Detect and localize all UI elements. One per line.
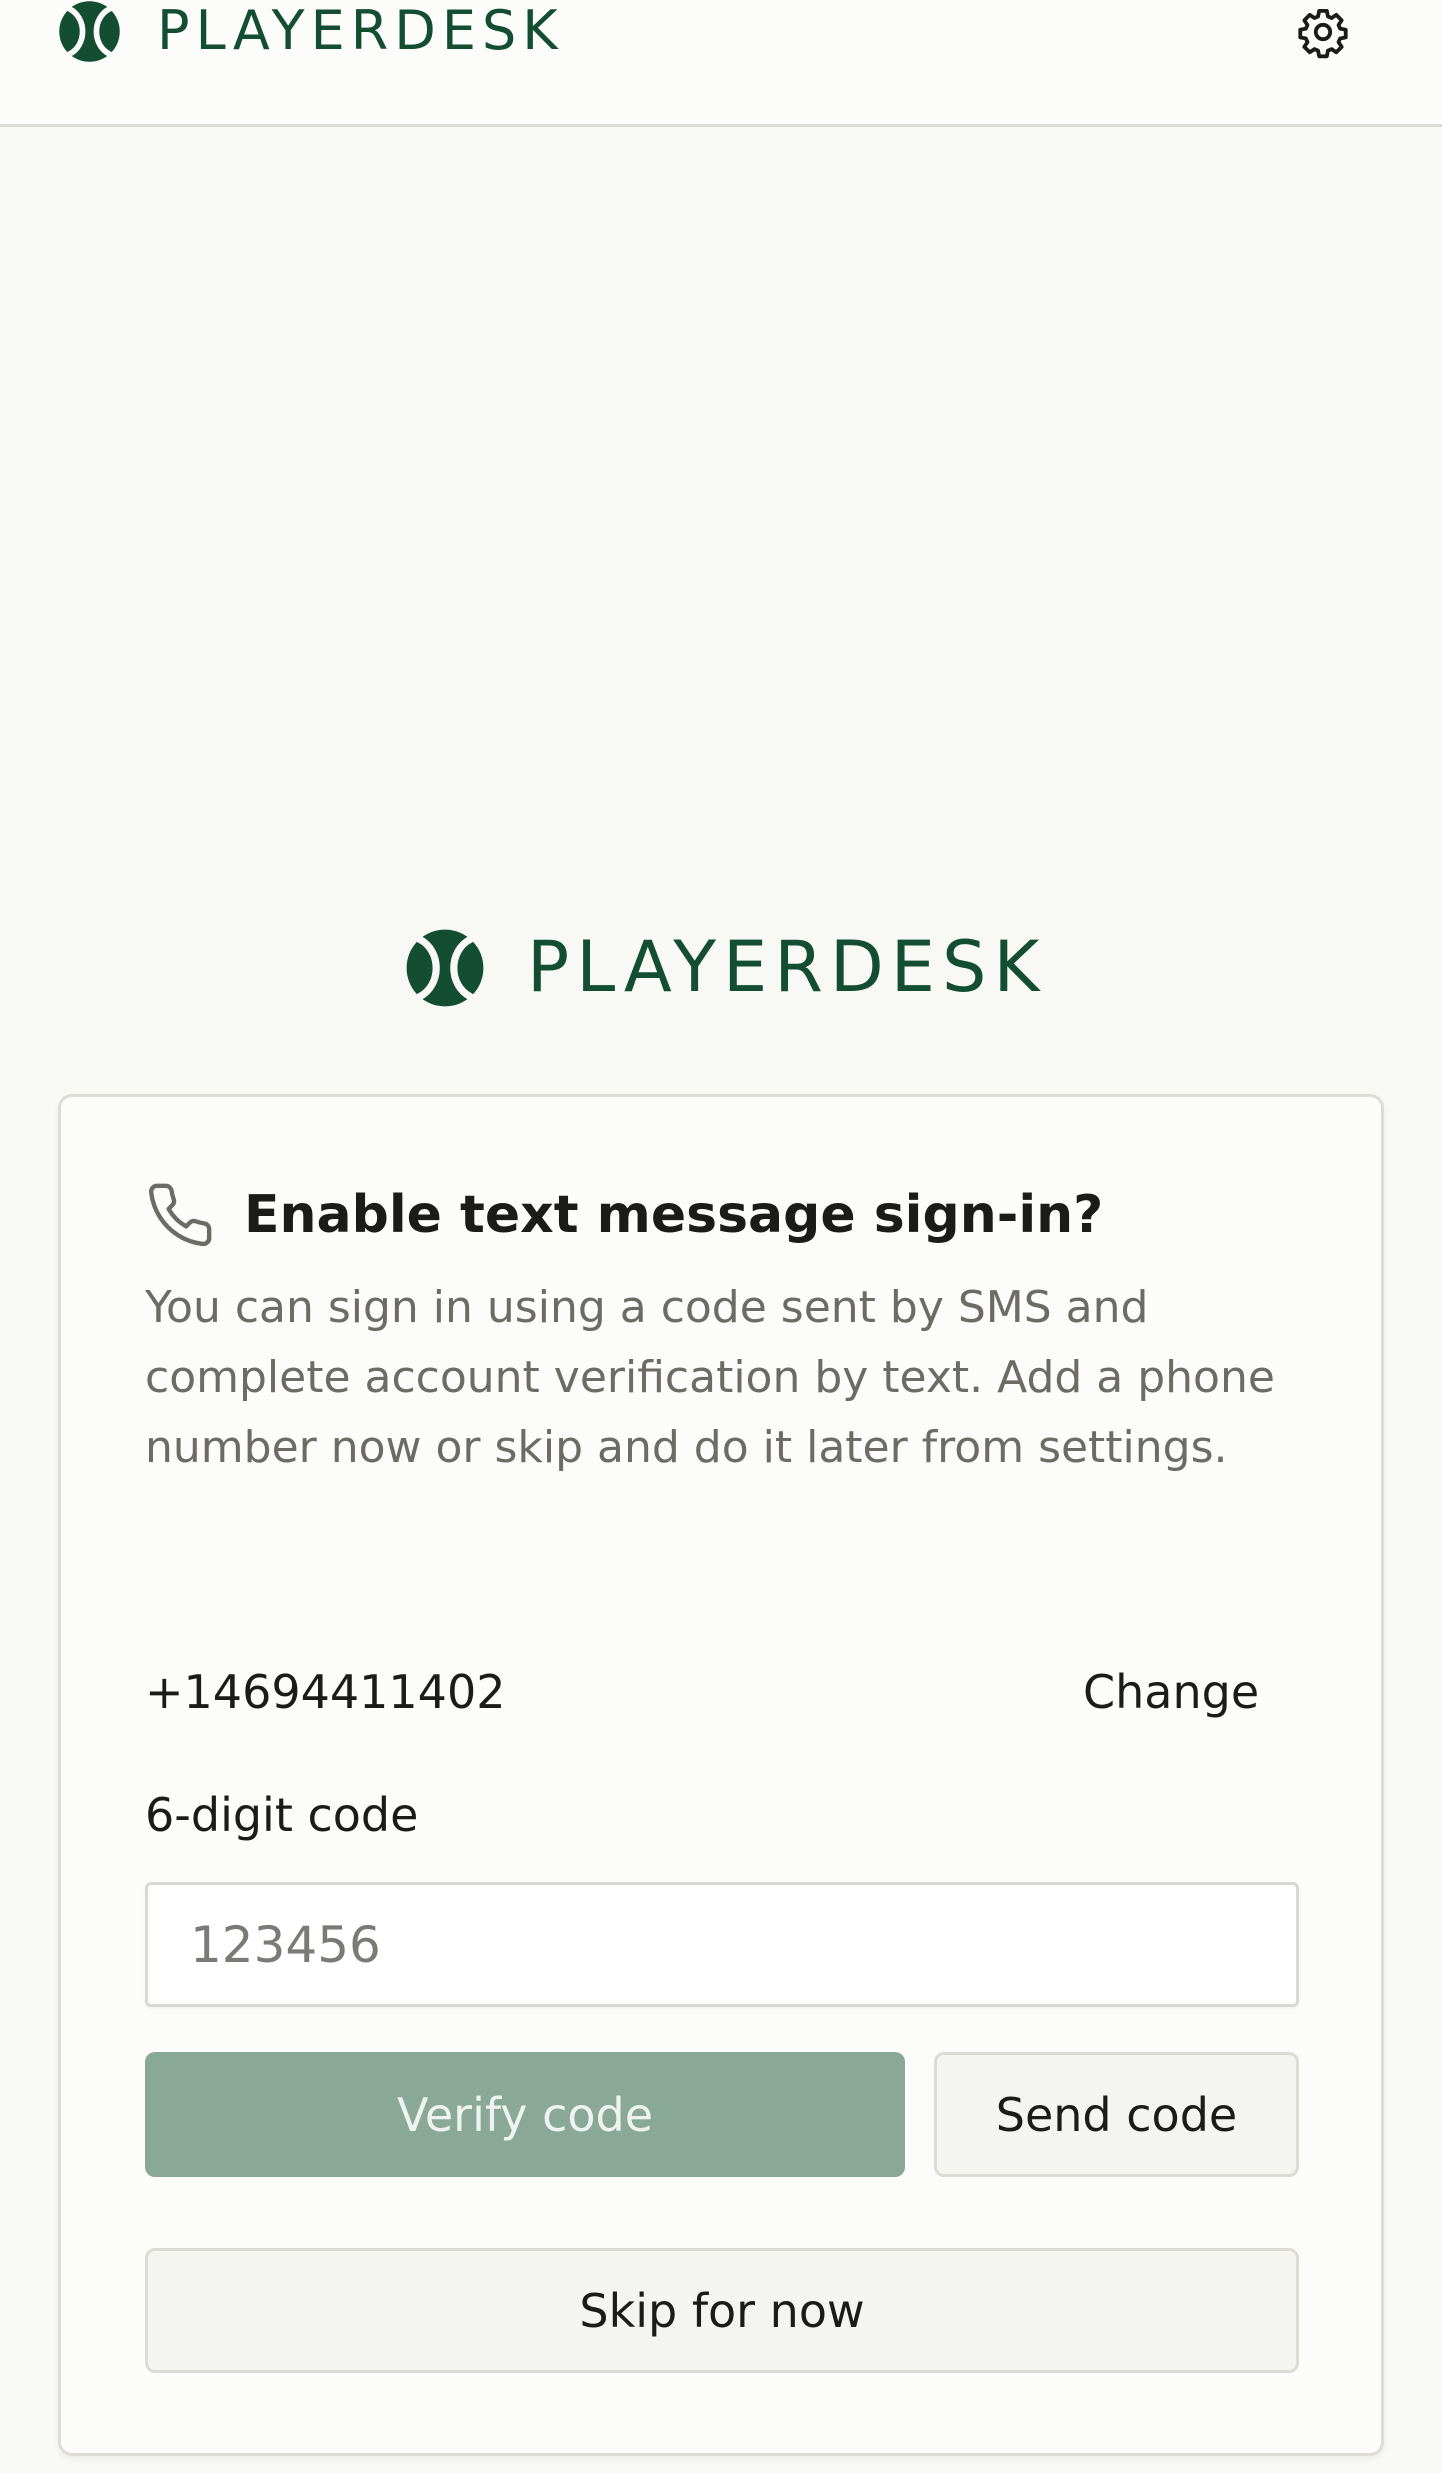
page-brand: PLAYERDESK bbox=[405, 925, 1046, 1010]
code-label: 6-digit code bbox=[145, 1788, 419, 1842]
skip-button[interactable]: Skip for now bbox=[145, 2248, 1299, 2373]
tennis-ball-logo-icon bbox=[59, 0, 120, 62]
card-description: You can sign in using a code sent by SMS… bbox=[145, 1282, 1275, 1473]
header-brand-name: PLAYERDESK bbox=[157, 0, 564, 62]
sms-signin-card: Enable text message sign-in? You can sig… bbox=[58, 1094, 1384, 2456]
gear-icon[interactable] bbox=[1296, 5, 1350, 59]
change-phone-link[interactable]: Change bbox=[1083, 1662, 1259, 1722]
send-code-button[interactable]: Send code bbox=[934, 2052, 1299, 2177]
tennis-ball-logo-icon bbox=[406, 929, 484, 1006]
phone-number: +14694411402 bbox=[145, 1665, 506, 1719]
header-brand[interactable]: PLAYERDESK bbox=[58, 0, 564, 62]
card-title: Enable text message sign-in? bbox=[244, 1185, 1104, 1245]
page-brand-name: PLAYERDESK bbox=[527, 926, 1047, 1008]
verify-code-button[interactable]: Verify code bbox=[145, 2052, 905, 2177]
code-input[interactable] bbox=[145, 1882, 1299, 2007]
phone-icon bbox=[148, 1183, 212, 1247]
top-bar: PLAYERDESK bbox=[0, 0, 1442, 127]
